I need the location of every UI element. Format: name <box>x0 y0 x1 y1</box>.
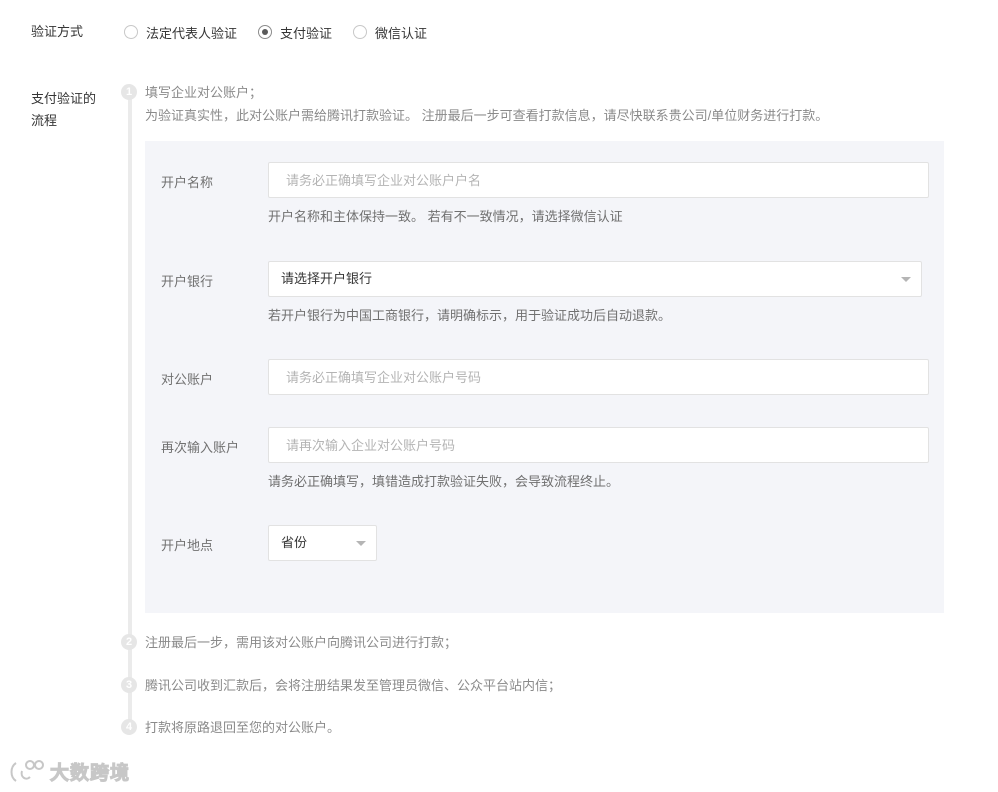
account-name-input[interactable] <box>268 162 929 198</box>
flow-label-line2: 流程 <box>31 113 58 128</box>
step-number: 4 <box>121 719 137 735</box>
verify-method-radio-group: 法定代表人验证 支付验证 微信认证 <box>124 20 448 44</box>
radio-wechat[interactable]: 微信认证 <box>353 23 427 42</box>
step-number: 1 <box>121 84 137 100</box>
watermark-text: 大数跨境 <box>49 763 131 785</box>
radio-dot[interactable] <box>124 25 138 39</box>
radio-dot-checked[interactable] <box>258 25 273 39</box>
account-number-confirm-label: 再次输入账户 <box>161 440 240 455</box>
bank-label: 开户银行 <box>161 274 214 289</box>
account-name-tip: 开户名称和主体保持一致。 若有不一致情况，请选择微信认证 <box>268 209 623 224</box>
radio-legal-rep[interactable]: 法定代表人验证 <box>124 23 237 42</box>
flow-label-line1: 支付验证的 <box>31 91 97 106</box>
radio-label: 法定代表人验证 <box>146 25 238 41</box>
bank-select[interactable]: 请选择开户银行 <box>268 261 922 297</box>
step-3-title: 腾讯公司收到汇款后，会将注册结果发至管理员微信、公众平台站内信； <box>145 678 562 693</box>
province-select[interactable]: 省份 <box>268 525 377 561</box>
radio-label: 支付验证 <box>280 25 333 41</box>
account-name-label: 开户名称 <box>161 175 214 190</box>
radio-label: 微信认证 <box>375 25 428 41</box>
account-number-confirm-input[interactable] <box>268 427 929 463</box>
bank-tip: 若开户银行为中国工商银行，请明确标示，用于验证成功后自动退款。 <box>268 308 672 323</box>
account-number-label: 对公账户 <box>161 372 214 387</box>
verify-method-label: 验证方式 <box>31 24 84 39</box>
account-number-confirm-tip: 请务必正确填写，填错造成打款验证失败，会导致流程终止。 <box>268 474 620 489</box>
radio-dot[interactable] <box>353 25 368 39</box>
account-number-input[interactable] <box>268 359 929 395</box>
timeline-line <box>128 92 132 728</box>
chevron-down-icon <box>356 541 366 546</box>
step-1-title: 填写企业对公账户； <box>145 85 263 100</box>
watermark-logo-icon <box>10 759 44 782</box>
radio-payment[interactable]: 支付验证 <box>258 23 332 42</box>
step-1-desc: 为验证真实性，此对公账户需给腾讯打款验证。 注册最后一步可查看打款信息，请尽快联… <box>145 108 829 123</box>
bank-select-value: 请选择开户银行 <box>281 271 373 286</box>
province-select-value: 省份 <box>281 535 308 550</box>
step-2-title: 注册最后一步，需用该对公账户向腾讯公司进行打款； <box>145 635 458 650</box>
location-label: 开户地点 <box>161 538 214 553</box>
step-number: 2 <box>121 634 137 650</box>
step-number: 3 <box>121 677 137 693</box>
watermark: 大数跨境 <box>8 758 130 785</box>
chevron-down-icon <box>901 277 911 282</box>
step-4-title: 打款将原路退回至您的对公账户。 <box>145 720 341 735</box>
